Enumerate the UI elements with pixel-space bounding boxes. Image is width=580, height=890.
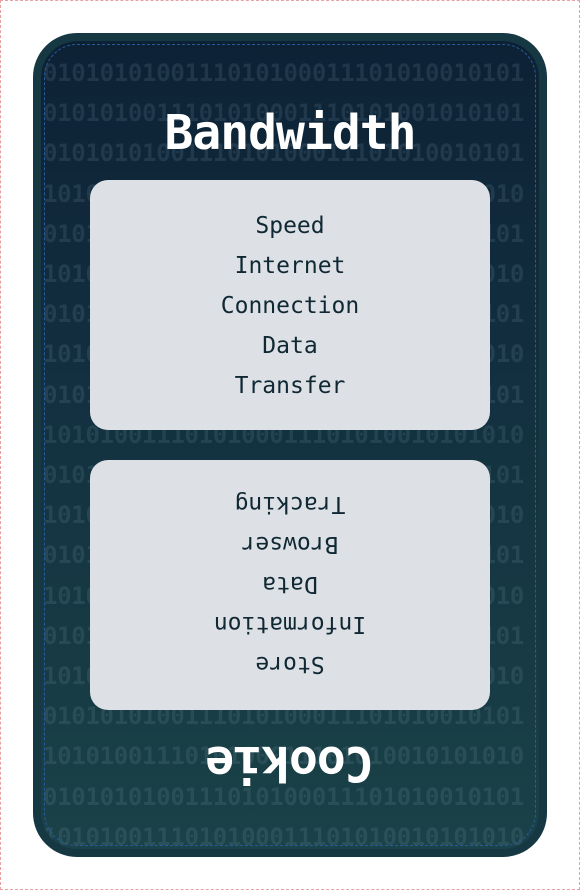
- taboo-card[interactable]: 0101010100111010100011101010010101 01010…: [33, 33, 547, 857]
- bottom-word: Browser: [241, 531, 339, 557]
- card-title: Bandwidth: [164, 105, 416, 161]
- top-word: Transfer: [234, 373, 346, 399]
- card-background: 0101010100111010100011101010010101 01010…: [41, 41, 539, 849]
- top-word: Connection: [220, 293, 360, 319]
- bottom-word: Store: [255, 651, 325, 677]
- bottom-word: Tracking: [234, 491, 346, 517]
- top-word: Data: [262, 333, 318, 359]
- bottom-word: Information: [213, 611, 367, 637]
- top-word: Internet: [234, 253, 346, 279]
- card-bottom-title: Cookie: [206, 735, 374, 791]
- top-word-box: Speed Internet Connection Data Transfer: [90, 180, 490, 430]
- top-word: Speed: [255, 213, 325, 239]
- bottom-word-box: Store Information Data Browser Tracking: [90, 460, 490, 710]
- bottom-word: Data: [262, 571, 318, 597]
